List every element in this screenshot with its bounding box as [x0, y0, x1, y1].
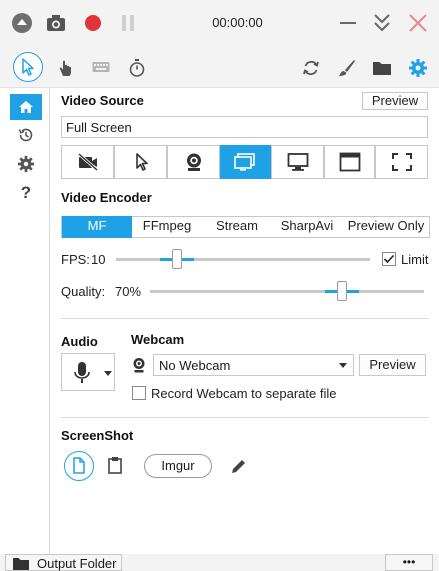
screenshot-title: ScreenShot — [61, 428, 134, 443]
brush-icon[interactable] — [337, 58, 357, 78]
fps-slider-track[interactable] — [116, 258, 370, 261]
source-no-video-button[interactable] — [61, 145, 114, 179]
home-icon — [19, 101, 33, 113]
more-button[interactable]: ••• — [385, 554, 433, 571]
output-folder-label: Output Folder — [37, 556, 117, 571]
audio-source-button[interactable] — [61, 353, 115, 391]
document-icon — [73, 457, 85, 474]
video-source-preview-button[interactable]: Preview — [362, 92, 428, 110]
sidebar: ? — [0, 88, 50, 554]
more-icon: ••• — [402, 555, 416, 569]
clipboard-icon[interactable] — [107, 456, 123, 474]
collapse-icon[interactable] — [11, 12, 33, 34]
fps-label: FPS: — [61, 252, 90, 267]
fullscreen-icon — [391, 153, 412, 171]
fps-value: 10 — [91, 252, 106, 267]
quality-slider-track[interactable] — [150, 290, 424, 293]
title-bar: 00:00:00 — [0, 0, 439, 46]
source-fullscreen-button[interactable] — [375, 145, 428, 179]
chevron-down-icon — [339, 363, 347, 368]
webcam-title: Webcam — [131, 332, 185, 347]
tab-mf[interactable]: MF — [62, 216, 132, 238]
cursor-toggle-button[interactable] — [13, 52, 43, 82]
keyboard-icon[interactable] — [92, 60, 110, 74]
tab-sharpavi[interactable]: SharpAvi — [272, 216, 342, 238]
close-icon[interactable] — [408, 13, 428, 33]
source-screen-button[interactable] — [220, 145, 271, 179]
section-divider — [61, 318, 429, 319]
pause-icon[interactable] — [120, 14, 136, 32]
screen-icon — [233, 153, 255, 171]
quality-value: 70% — [115, 284, 142, 299]
pencil-icon[interactable] — [230, 457, 248, 475]
section-divider — [61, 417, 429, 418]
limit-checkbox[interactable] — [382, 252, 396, 266]
settings-icon — [17, 155, 35, 173]
quality-slider-thumb[interactable] — [336, 281, 347, 301]
separate-file-label: Record Webcam to separate file — [151, 386, 337, 401]
camera-icon[interactable] — [46, 14, 66, 32]
video-source-field[interactable]: Full Screen — [61, 116, 428, 138]
tab-ffmpeg[interactable]: FFmpeg — [132, 216, 202, 238]
limit-label: Limit — [401, 252, 429, 267]
quality-label: Quality: — [61, 284, 106, 299]
video-encoder-title: Video Encoder — [61, 190, 152, 205]
chevron-down-icon — [104, 371, 112, 376]
sidebar-item-history[interactable] — [10, 122, 42, 148]
sidebar-item-help[interactable]: ? — [10, 180, 42, 206]
source-monitor-button[interactable] — [271, 145, 324, 179]
audio-title: Audio — [61, 334, 98, 349]
tab-stream[interactable]: Stream — [202, 216, 272, 238]
no-video-icon — [77, 153, 98, 171]
gear-icon[interactable] — [408, 58, 428, 78]
cursor-icon — [22, 58, 34, 76]
checkmark-icon — [383, 254, 395, 264]
webcam-small-icon — [133, 358, 145, 373]
pointer-icon — [135, 153, 148, 171]
refresh-icon[interactable] — [301, 58, 321, 78]
footer-bar: Output Folder ••• — [0, 554, 439, 571]
separate-file-checkbox[interactable] — [132, 386, 146, 400]
record-icon[interactable] — [84, 14, 102, 32]
fps-slider-thumb[interactable] — [171, 249, 182, 269]
source-webcam-button[interactable] — [167, 145, 220, 179]
webcam-preview-button[interactable]: Preview — [359, 354, 426, 376]
webcam-select[interactable]: No Webcam — [153, 354, 354, 376]
minimize-icon[interactable] — [339, 14, 357, 32]
record-timer: 00:00:00 — [212, 15, 263, 30]
source-region-button[interactable] — [114, 145, 167, 179]
monitor-icon — [287, 153, 308, 171]
help-icon: ? — [20, 183, 32, 202]
microphone-icon — [74, 362, 90, 383]
folder-icon[interactable] — [372, 59, 392, 77]
imgur-button[interactable]: Imgur — [144, 454, 212, 478]
tool-bar — [0, 46, 439, 88]
output-folder-button[interactable]: Output Folder — [5, 554, 122, 571]
video-source-title: Video Source — [61, 93, 144, 108]
window-icon — [339, 152, 360, 172]
screenshot-file-button[interactable] — [64, 451, 94, 481]
sidebar-item-settings[interactable] — [10, 151, 42, 177]
source-window-button[interactable] — [324, 145, 375, 179]
webcam-select-value: No Webcam — [159, 358, 231, 373]
folder-icon — [13, 558, 29, 570]
tab-preview-only[interactable]: Preview Only — [342, 216, 430, 238]
sidebar-item-home[interactable] — [10, 94, 42, 120]
history-icon — [18, 128, 33, 142]
hand-icon[interactable] — [56, 58, 76, 78]
stopwatch-icon[interactable] — [128, 58, 146, 78]
webcam-icon — [186, 153, 201, 171]
expand-icon[interactable] — [372, 12, 392, 34]
